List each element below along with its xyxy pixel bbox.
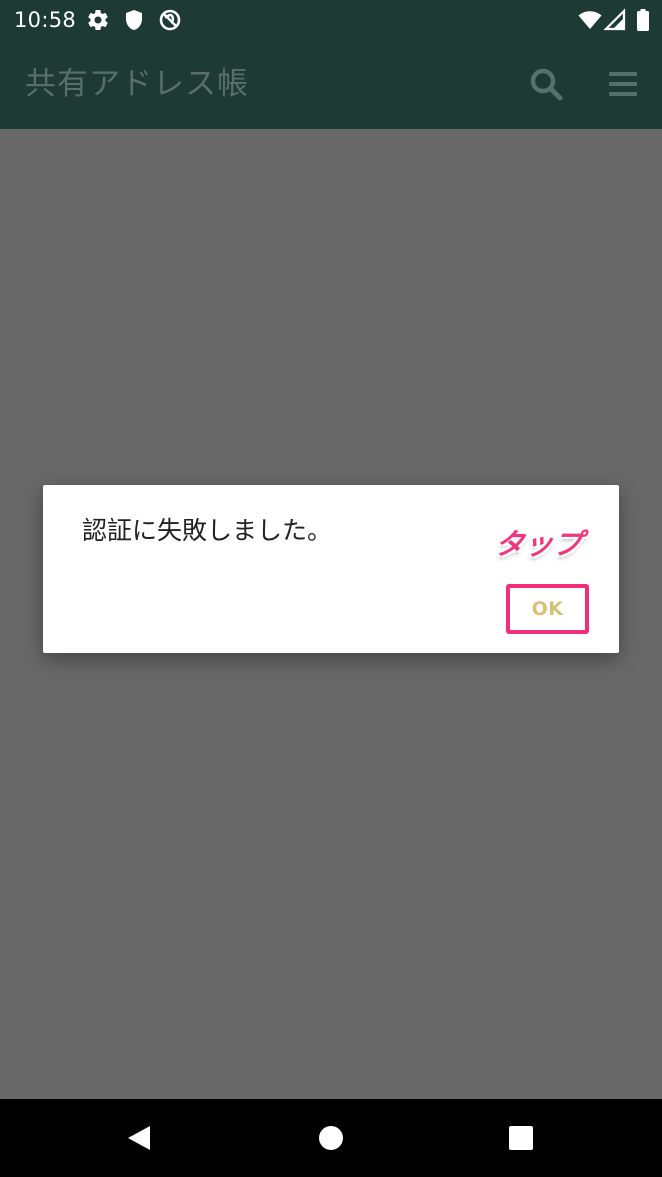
- settings-gear-icon: [86, 8, 110, 32]
- recents-icon[interactable]: [504, 1122, 538, 1154]
- back-icon[interactable]: [122, 1122, 156, 1154]
- status-time: 10:58: [14, 8, 77, 32]
- status-bar: 10:58: [0, 0, 662, 40]
- battery-icon: [631, 8, 655, 32]
- search-icon[interactable]: [526, 64, 566, 104]
- tap-annotation: タップ: [493, 527, 584, 561]
- ok-button[interactable]: OK: [510, 588, 585, 630]
- wifi-icon: [578, 8, 602, 32]
- shield-icon: [122, 8, 146, 32]
- app-title: 共有アドレス帳: [25, 66, 249, 102]
- cellular-signal-icon: [603, 8, 627, 32]
- home-icon[interactable]: [314, 1122, 348, 1154]
- menu-icon[interactable]: [603, 64, 643, 104]
- alert-dialog: 認証に失敗しました。 タップ OK: [43, 485, 619, 653]
- navigation-bar: [0, 1099, 662, 1177]
- do-not-disturb-icon: [158, 8, 182, 32]
- app-bar: 共有アドレス帳: [0, 40, 662, 129]
- dialog-message: 認証に失敗しました。: [82, 516, 333, 545]
